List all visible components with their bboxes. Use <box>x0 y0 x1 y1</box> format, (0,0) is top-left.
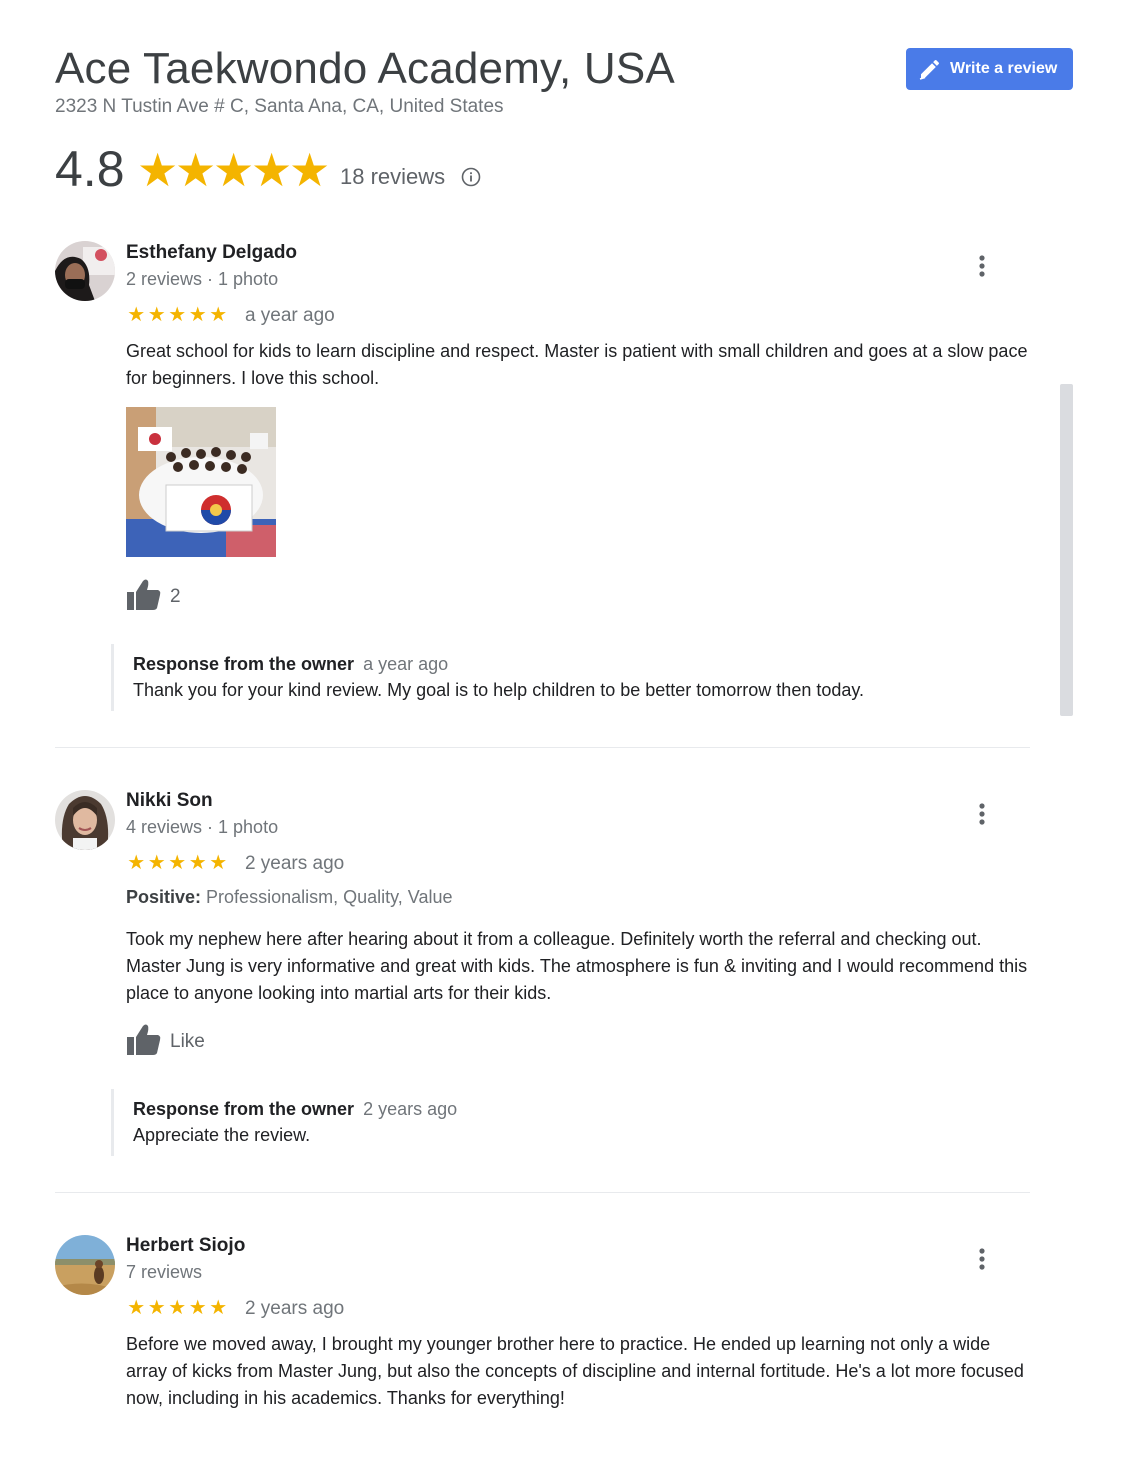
thumbs-up-icon <box>127 579 161 610</box>
thumbs-up-icon <box>127 1024 161 1055</box>
more-vert-icon[interactable] <box>974 801 990 827</box>
like-count: 2 <box>170 586 181 607</box>
star-icon: ★ <box>209 852 228 874</box>
review-attributes: Positive: Professionalism, Quality, Valu… <box>126 887 452 908</box>
response-text: Appreciate the review. <box>133 1125 311 1145</box>
write-review-button[interactable]: Write a review <box>906 48 1073 90</box>
reviewer-meta: 7 reviews <box>126 1262 203 1282</box>
star-icon: ★ <box>147 304 166 326</box>
response-label: Response from the owner <box>133 654 355 674</box>
info-icon[interactable] <box>461 167 481 187</box>
reviewer-meta: 4 reviews · 1 photo <box>126 817 279 837</box>
reviewer-name[interactable]: Esthefany Delgado <box>126 242 297 264</box>
review-photo[interactable] <box>126 407 276 557</box>
reviewer-name[interactable]: Herbert Siojo <box>126 1235 245 1257</box>
review-rating: ★ ★ ★ ★ ★ 2 years ago <box>126 1295 345 1319</box>
review-text: Took my nephew here after hearing about … <box>126 929 1028 1003</box>
star-icon: ★ <box>209 1297 228 1319</box>
reviewer-name[interactable]: Nikki Son <box>126 790 213 812</box>
star-icon: ★ <box>289 144 331 196</box>
star-icon: ★ <box>168 304 187 326</box>
average-stars: ★★★★★ <box>137 142 331 198</box>
star-icon: ★ <box>209 304 228 326</box>
review-rating: ★ ★ ★ ★ ★ 2 years ago <box>126 850 345 874</box>
star-icon: ★ <box>168 852 187 874</box>
average-rating: 4.8 <box>55 141 125 197</box>
star-icon: ★ <box>213 144 255 196</box>
avatar[interactable] <box>55 241 115 301</box>
scrollbar[interactable] <box>1060 384 1073 716</box>
star-icon: ★ <box>188 304 207 326</box>
star-icon: ★ <box>127 852 146 874</box>
business-address: 2323 N Tustin Ave # C, Santa Ana, CA, Un… <box>55 96 504 117</box>
avatar[interactable] <box>55 1235 115 1295</box>
write-review-label: Write a review <box>950 60 1058 77</box>
star-icon: ★ <box>188 852 207 874</box>
response-text: Thank you for your kind review. My goal … <box>133 680 865 700</box>
divider <box>55 747 1030 748</box>
star-icon: ★ <box>188 1297 207 1319</box>
review-time: 2 years ago <box>244 853 345 874</box>
positive-label: Positive: <box>126 887 202 907</box>
response-time: 2 years ago <box>363 1099 458 1119</box>
star-icon: ★ <box>168 1297 187 1319</box>
star-icon: ★ <box>251 144 293 196</box>
review-rating: ★ ★ ★ ★ ★ a year ago <box>126 302 335 326</box>
star-icon: ★ <box>127 1297 146 1319</box>
owner-response: Response from the owner 2 years ago Appr… <box>111 1089 1011 1156</box>
review-time: a year ago <box>244 305 335 326</box>
more-vert-icon[interactable] <box>974 253 990 279</box>
star-icon: ★ <box>127 304 146 326</box>
positive-attributes: Professionalism, Quality, Value <box>206 887 453 907</box>
reviewer-meta: 2 reviews · 1 photo <box>126 269 279 289</box>
pencil-icon <box>919 59 940 80</box>
business-title: Ace Taekwondo Academy, USA <box>55 44 675 93</box>
review-time: 2 years ago <box>244 1298 345 1319</box>
response-time: a year ago <box>363 654 449 674</box>
avatar[interactable] <box>55 790 115 850</box>
review-text: Great school for kids to learn disciplin… <box>126 341 1028 388</box>
review-text: Before we moved away, I brought my young… <box>126 1334 1024 1408</box>
more-vert-icon[interactable] <box>974 1246 990 1272</box>
like-label: Like <box>170 1031 205 1052</box>
star-icon: ★ <box>147 1297 166 1319</box>
response-label: Response from the owner <box>133 1099 355 1119</box>
divider <box>55 1192 1030 1193</box>
star-icon: ★ <box>175 144 217 196</box>
owner-response: Response from the owner a year ago Thank… <box>111 644 1011 711</box>
star-icon: ★ <box>147 852 166 874</box>
star-icon: ★ <box>137 144 179 196</box>
review-count[interactable]: 18 reviews <box>340 164 445 190</box>
